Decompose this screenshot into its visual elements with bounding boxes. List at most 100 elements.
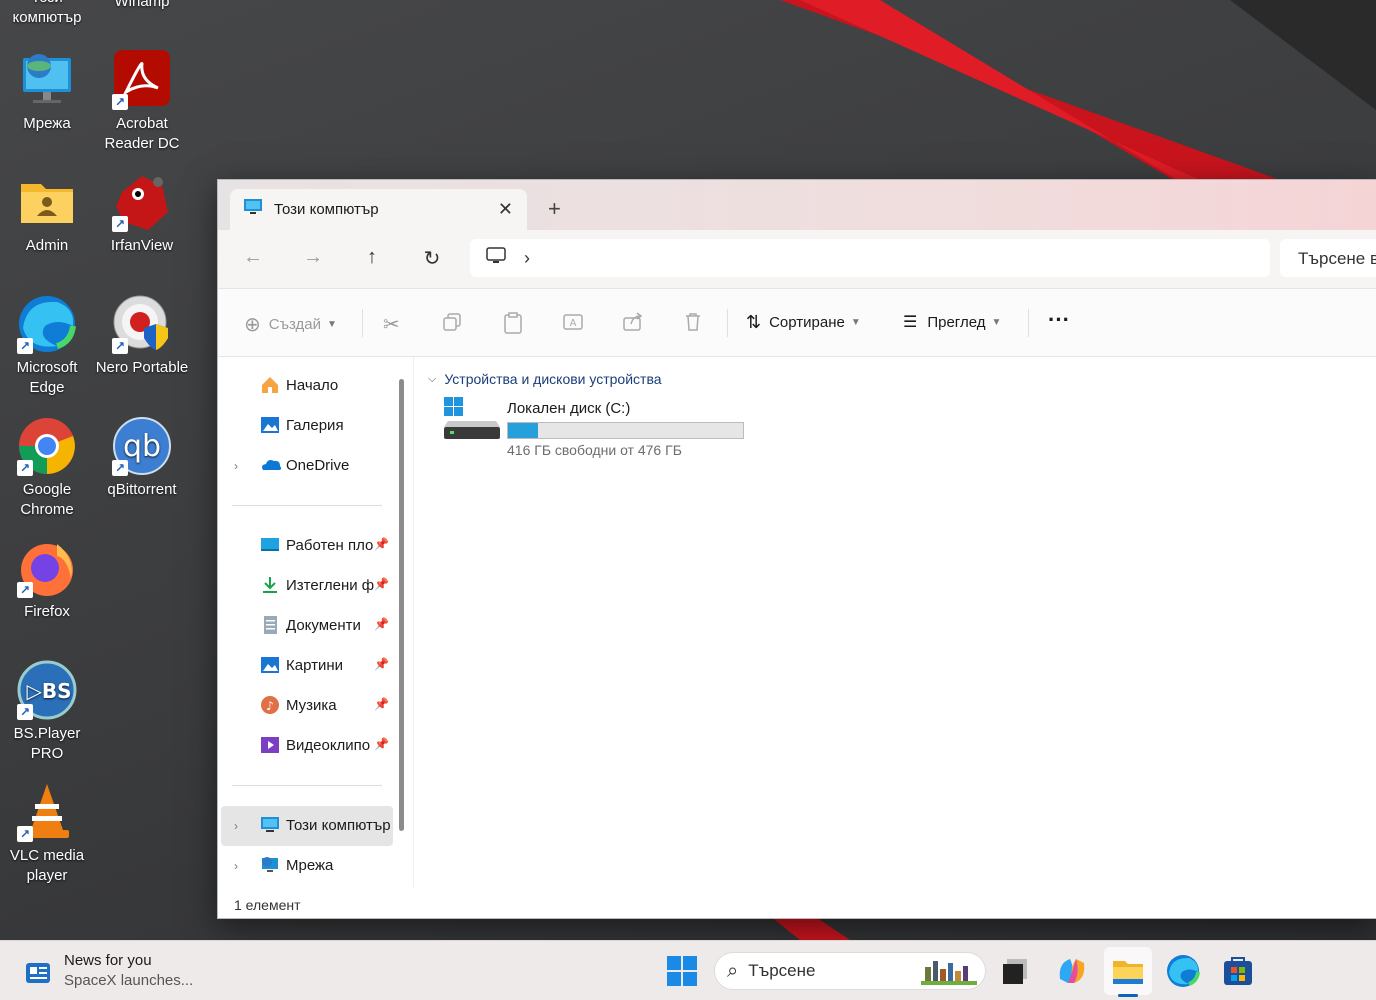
share-icon[interactable] (623, 312, 643, 332)
navigation-bar: ← → ↑ ↻ › Търсене в (218, 230, 1376, 289)
pin-icon[interactable]: 📌 (374, 577, 389, 591)
desktop-icon-admin[interactable]: Admin (0, 172, 94, 256)
vlc-icon: ↗ (17, 782, 77, 842)
drive-name: Локален диск (C:) (507, 400, 631, 417)
sidebar-item-this-pc[interactable]: Този компютър (260, 815, 392, 835)
new-tab-button[interactable]: + (548, 197, 561, 221)
pin-icon[interactable]: 📌 (374, 657, 389, 671)
tab-this-pc[interactable]: Този компютър ✕ (230, 189, 527, 230)
close-tab-icon[interactable]: ✕ (498, 199, 513, 220)
onedrive-cloud-icon (260, 455, 282, 475)
desktop-icon-edge[interactable]: ↗ Microsoft Edge (0, 294, 94, 398)
pin-icon[interactable]: 📌 (374, 697, 389, 711)
music-icon: ♪ (260, 695, 282, 715)
toolbar-divider (727, 309, 728, 337)
up-arrow-icon[interactable]: ↑ (357, 246, 387, 269)
task-view-icon[interactable] (998, 953, 1034, 989)
item-count: 1 елемент (234, 897, 301, 913)
edge-icon[interactable] (1165, 953, 1201, 989)
sort-icon: ⇅ (746, 312, 762, 332)
desktop-icon-vlc[interactable]: ↗ VLC media player (0, 782, 94, 886)
cut-icon[interactable]: ✂ (383, 312, 400, 337)
expand-chevron-icon[interactable]: › (234, 819, 238, 833)
sidebar-item-desktop[interactable]: Работен пло (260, 535, 373, 555)
content-area: Начало Галерия › OneDrive Работен пло 📌 … (218, 357, 1376, 887)
shortcut-arrow-icon: ↗ (112, 216, 128, 232)
title-bar: Този компютър ✕ + (218, 180, 1376, 230)
sidebar-item-onedrive[interactable]: OneDrive (260, 455, 349, 475)
copilot-icon[interactable] (1054, 953, 1090, 989)
file-explorer-window[interactable]: Този компютър ✕ + ← → ↑ ↻ › Търсене в ⊕ … (217, 179, 1376, 919)
sidebar-item-gallery[interactable]: Галерия (260, 415, 344, 435)
news-widget[interactable]: News for you SpaceX launches... (22, 951, 193, 994)
user-folder-icon (17, 172, 77, 232)
group-header-devices[interactable]: ⌵ Устройства и дискови устройства (428, 371, 662, 387)
desktop-icon-nero[interactable]: ↗ Nero Portable (95, 294, 189, 378)
active-indicator (1118, 994, 1138, 997)
file-explorer-icon[interactable] (1110, 953, 1146, 989)
chevron-down-icon: ▼ (850, 317, 861, 328)
drive-free-space: 416 ГБ свободни от 476 ГБ (507, 442, 682, 458)
start-windows-icon[interactable] (664, 953, 700, 989)
sidebar-item-music[interactable]: ♪ Музика (260, 695, 337, 715)
pin-icon[interactable]: 📌 (374, 737, 389, 751)
sidebar-item-videos[interactable]: Видеоклипо (260, 735, 370, 755)
pin-icon[interactable]: 📌 (374, 617, 389, 631)
navigation-pane: Начало Галерия › OneDrive Работен пло 📌 … (218, 357, 413, 887)
delete-icon[interactable] (683, 312, 703, 332)
desktop-icon-firefox[interactable]: ↗ Firefox (0, 538, 94, 622)
taskbar: News for you SpaceX launches... ⌕ Търсен… (0, 940, 1376, 1000)
toolbar-divider (1028, 309, 1029, 337)
sort-button[interactable]: ⇅ Сортиране ▼ (746, 312, 861, 333)
desktop-icon-network[interactable]: Мрежа (0, 50, 94, 134)
desktop-icon-winamp-label[interactable]: Winamp (95, 0, 189, 12)
view-button[interactable]: ☰ Преглед ▼ (903, 312, 1001, 332)
search-icon: ⌕ (727, 959, 739, 982)
desktop-icon-acrobat[interactable]: ↗ Acrobat Reader DC (95, 50, 189, 154)
rename-icon[interactable]: A (563, 312, 583, 332)
sidebar-item-downloads[interactable]: Изтеглени ф (260, 575, 374, 595)
sidebar-scrollbar[interactable] (399, 379, 404, 831)
desktop-folder-icon (260, 535, 282, 555)
news-title: News for you (64, 952, 152, 969)
desktop-icon-chrome[interactable]: ↗ Google Chrome (0, 416, 94, 520)
back-arrow-icon[interactable]: ← (238, 246, 268, 269)
shortcut-arrow-icon: ↗ (112, 94, 128, 110)
gallery-icon (260, 415, 282, 435)
tab-title: Този компютър (274, 201, 379, 218)
paste-icon[interactable] (503, 312, 523, 334)
search-input[interactable]: Търсене в (1280, 239, 1376, 277)
taskbar-search-box[interactable]: ⌕ Търсене (714, 952, 986, 990)
chevron-down-icon: ▼ (991, 316, 1002, 328)
chevron-down-icon: ▼ (327, 319, 337, 330)
sidebar-item-home[interactable]: Начало (260, 375, 338, 395)
desktop-icon-bsplayer[interactable]: ▷BS ↗ BS.Player PRO (0, 660, 94, 764)
shortcut-arrow-icon: ↗ (112, 460, 128, 476)
address-bar[interactable]: › (470, 239, 1270, 277)
desktop-icon-irfanview[interactable]: ↗ IrfanView (95, 172, 189, 256)
shortcut-arrow-icon: ↗ (17, 582, 33, 598)
desktop-icon-this-pc-label[interactable]: Този компютър (0, 0, 94, 28)
copy-icon[interactable] (442, 312, 462, 332)
videos-icon (260, 735, 282, 755)
create-button[interactable]: ⊕ Създай ▼ (244, 312, 337, 337)
sidebar-item-pictures[interactable]: Картини (260, 655, 343, 675)
download-icon (260, 575, 282, 595)
breadcrumb-chevron-icon[interactable]: › (524, 248, 530, 269)
microsoft-store-icon[interactable] (1220, 953, 1256, 989)
irfanview-icon: ↗ (112, 172, 172, 232)
svg-text:♪: ♪ (266, 699, 274, 713)
desktop-icon-qbittorrent[interactable]: qb ↗ qBittorrent (95, 416, 189, 500)
more-options-button[interactable]: ··· (1048, 307, 1070, 333)
hard-drive-icon (444, 395, 502, 448)
monitor-icon (260, 815, 282, 835)
svg-text:qb: qb (123, 429, 161, 464)
pin-icon[interactable]: 📌 (374, 537, 389, 551)
expand-chevron-icon[interactable]: › (234, 859, 238, 873)
svg-text:A: A (570, 318, 577, 329)
sidebar-item-network[interactable]: Мрежа (260, 855, 333, 875)
sidebar-item-documents[interactable]: Документи (260, 615, 361, 635)
expand-chevron-icon[interactable]: › (234, 459, 238, 473)
forward-arrow-icon[interactable]: → (298, 246, 328, 269)
refresh-icon[interactable]: ↻ (417, 246, 447, 271)
